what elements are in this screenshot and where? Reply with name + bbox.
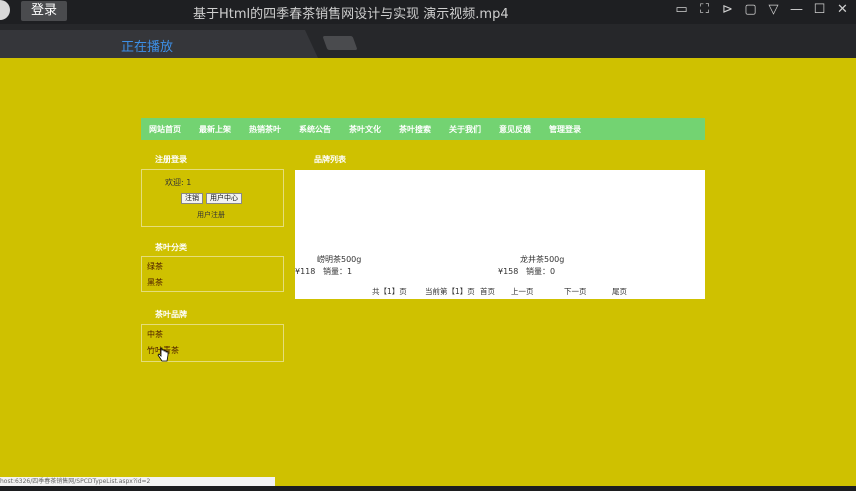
player-title-bar: 登录 基于Html的四季春茶销售网设计与实现 演示视频.mp4 ▭ ⛶ ⊳ ▢ … <box>0 0 856 24</box>
folder-icon[interactable]: ▢ <box>743 2 758 17</box>
login-buttons: 注销 用户中心 <box>181 193 242 204</box>
list-heading: 品牌列表 <box>314 154 346 164</box>
product-sales: 销量：0 <box>526 267 556 276</box>
window-controls: ▭ ⛶ ⊳ ▢ ▽ — ☐ ✕ <box>674 2 850 17</box>
pager-current: 当前第【1】页 <box>425 287 475 296</box>
user-avatar[interactable] <box>0 0 10 20</box>
brand-item-zhongcha[interactable]: 中茶 <box>147 329 163 340</box>
fullscreen-icon[interactable]: ⛶ <box>697 2 712 17</box>
product-meta: ¥118 销量：1 <box>295 266 352 277</box>
tab-strip: 正在播放 <box>0 24 856 58</box>
category-section-heading: 茶叶分类 <box>155 242 187 252</box>
product-name[interactable]: 崂明茶500g <box>317 254 361 265</box>
close-icon[interactable]: ✕ <box>835 2 850 17</box>
pager-first[interactable]: 首页 <box>480 286 495 297</box>
minimize-to-mini-icon[interactable]: ▭ <box>674 2 689 17</box>
product-price: ¥158 <box>498 267 519 276</box>
nav-about[interactable]: 关于我们 <box>449 124 481 135</box>
video-frame[interactable]: 网站首页 最新上架 热销茶叶 系统公告 茶叶文化 茶叶搜索 关于我们 意见反馈 … <box>0 58 856 486</box>
category-item-black[interactable]: 黑茶 <box>147 277 163 288</box>
nav-hot-tea[interactable]: 热销茶叶 <box>249 124 281 135</box>
pager-last[interactable]: 尾页 <box>612 286 627 297</box>
minimize-icon[interactable]: — <box>789 2 804 17</box>
login-section-heading: 注册登录 <box>155 154 187 164</box>
new-tab-button[interactable] <box>322 36 358 50</box>
logout-button[interactable]: 注销 <box>181 193 203 204</box>
product-meta: ¥158 销量：0 <box>498 266 555 277</box>
nav-feedback[interactable]: 意见反馈 <box>499 124 531 135</box>
pager-total: 共【1】页 <box>372 287 407 296</box>
product-sales: 销量：1 <box>323 267 353 276</box>
product-price: ¥118 <box>295 267 316 276</box>
pager-prev[interactable]: 上一页 <box>511 286 534 297</box>
nav-home[interactable]: 网站首页 <box>149 124 181 135</box>
pager-next[interactable]: 下一页 <box>564 286 587 297</box>
nav-announcements[interactable]: 系统公告 <box>299 124 331 135</box>
maximize-icon[interactable]: ☐ <box>812 2 827 17</box>
nav-tea-search[interactable]: 茶叶搜索 <box>399 124 431 135</box>
pin-icon[interactable]: ⊳ <box>720 2 735 17</box>
welcome-text: 欢迎: 1 <box>165 178 192 187</box>
nav-admin-login[interactable]: 管理登录 <box>549 124 581 135</box>
nav-new-arrivals[interactable]: 最新上架 <box>199 124 231 135</box>
brand-section-heading: 茶叶品牌 <box>155 309 187 319</box>
register-link[interactable]: 用户注册 <box>197 210 225 220</box>
tab-now-playing-label: 正在播放 <box>121 40 174 55</box>
nav-tea-culture[interactable]: 茶叶文化 <box>349 124 381 135</box>
category-item-green[interactable]: 绿茶 <box>147 261 163 272</box>
product-name[interactable]: 龙井茶500g <box>520 254 564 265</box>
hand-cursor-icon <box>157 347 169 362</box>
login-panel: 欢迎: 1 注销 用户中心 用户注册 <box>141 169 284 227</box>
player-login-button[interactable]: 登录 <box>21 1 67 21</box>
menu-icon[interactable]: ▽ <box>766 2 781 17</box>
user-center-button[interactable]: 用户中心 <box>206 193 242 204</box>
status-bar-url: host:6326/四季春茶销售网/SPCDTypeList.aspx?id=2 <box>0 477 275 486</box>
product-list-panel: 崂明茶500g ¥118 销量：1 龙井茶500g ¥158 销量：0 共【1】… <box>295 170 705 299</box>
window-title: 基于Html的四季春茶销售网设计与实现 演示视频.mp4 <box>193 7 509 22</box>
site-nav-bar: 网站首页 最新上架 热销茶叶 系统公告 茶叶文化 茶叶搜索 关于我们 意见反馈 … <box>141 118 705 140</box>
category-panel: 绿茶 黑茶 <box>141 256 284 292</box>
